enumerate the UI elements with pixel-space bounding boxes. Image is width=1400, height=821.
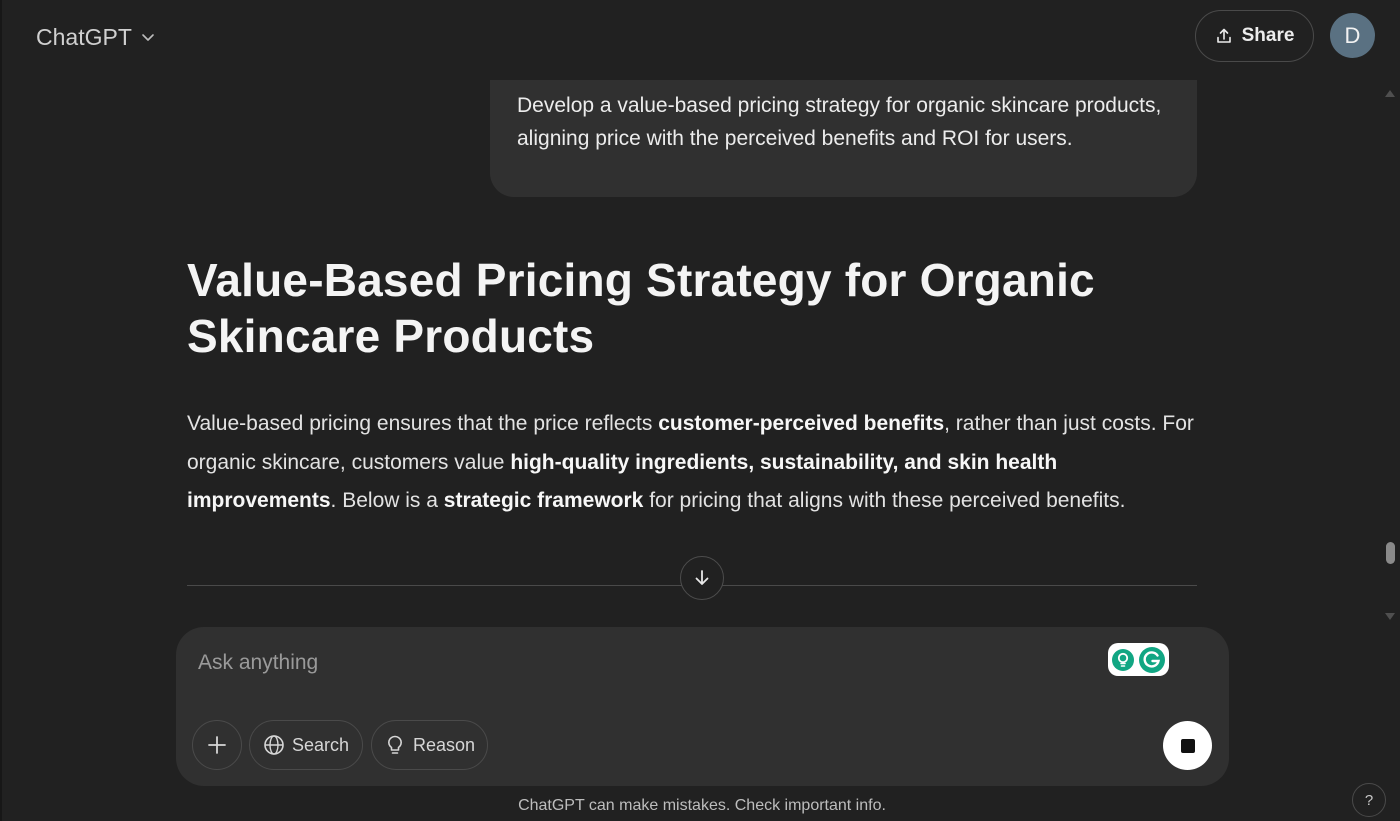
help-button[interactable]: ? (1352, 783, 1386, 817)
plus-icon (208, 736, 226, 754)
scrollbar-thumb[interactable] (1386, 542, 1395, 564)
scroll-up-arrow-icon[interactable] (1384, 88, 1396, 98)
intro-bold-3: strategic framework (443, 489, 644, 512)
answer-title: Value-Based Pricing Strategy for Organic… (187, 254, 1095, 362)
globe-icon (264, 735, 284, 755)
scroll-to-bottom-button[interactable] (680, 556, 724, 600)
user-message: Develop a value-based pricing strategy f… (490, 80, 1197, 197)
sidebar-edge (0, 0, 2, 821)
answer-intro: Value-based pricing ensures that the pri… (187, 405, 1197, 521)
intro-text-4: for pricing that aligns with these perce… (643, 489, 1126, 512)
intro-text-1: Value-based pricing ensures that the pri… (187, 412, 659, 435)
search-button[interactable]: Search (249, 720, 363, 770)
share-icon (1216, 28, 1231, 43)
grammarly-bulb-icon (1112, 648, 1134, 671)
prompt-input[interactable] (198, 647, 1098, 679)
model-switcher[interactable]: ChatGPT (28, 18, 164, 56)
scroll-down-arrow-icon[interactable] (1384, 612, 1396, 622)
grammarly-icon (1139, 646, 1165, 673)
avatar[interactable]: D (1330, 13, 1375, 58)
chat-page: ChatGPT Share D Develop a value-based pr… (0, 0, 1400, 821)
intro-bold-1: customer-perceived benefits (658, 412, 945, 435)
attach-button[interactable] (192, 720, 242, 770)
arrow-down-icon (695, 570, 709, 585)
stop-icon (1180, 738, 1195, 753)
stop-generating-button[interactable] (1163, 721, 1212, 770)
composer: Search Reason (176, 627, 1229, 786)
intro-text-3: . Below is a (330, 489, 444, 512)
model-name: ChatGPT (36, 23, 132, 50)
reason-label: Reason (412, 734, 476, 755)
disclaimer: ChatGPT can make mistakes. Check importa… (518, 797, 886, 814)
grammarly-widget[interactable] (1108, 643, 1169, 676)
lightbulb-icon (387, 735, 402, 754)
chevron-down-icon (142, 34, 154, 41)
share-button[interactable]: Share (1195, 10, 1314, 62)
share-label: Share (1241, 25, 1295, 46)
reason-button[interactable]: Reason (371, 720, 488, 770)
search-label: Search (291, 734, 350, 755)
